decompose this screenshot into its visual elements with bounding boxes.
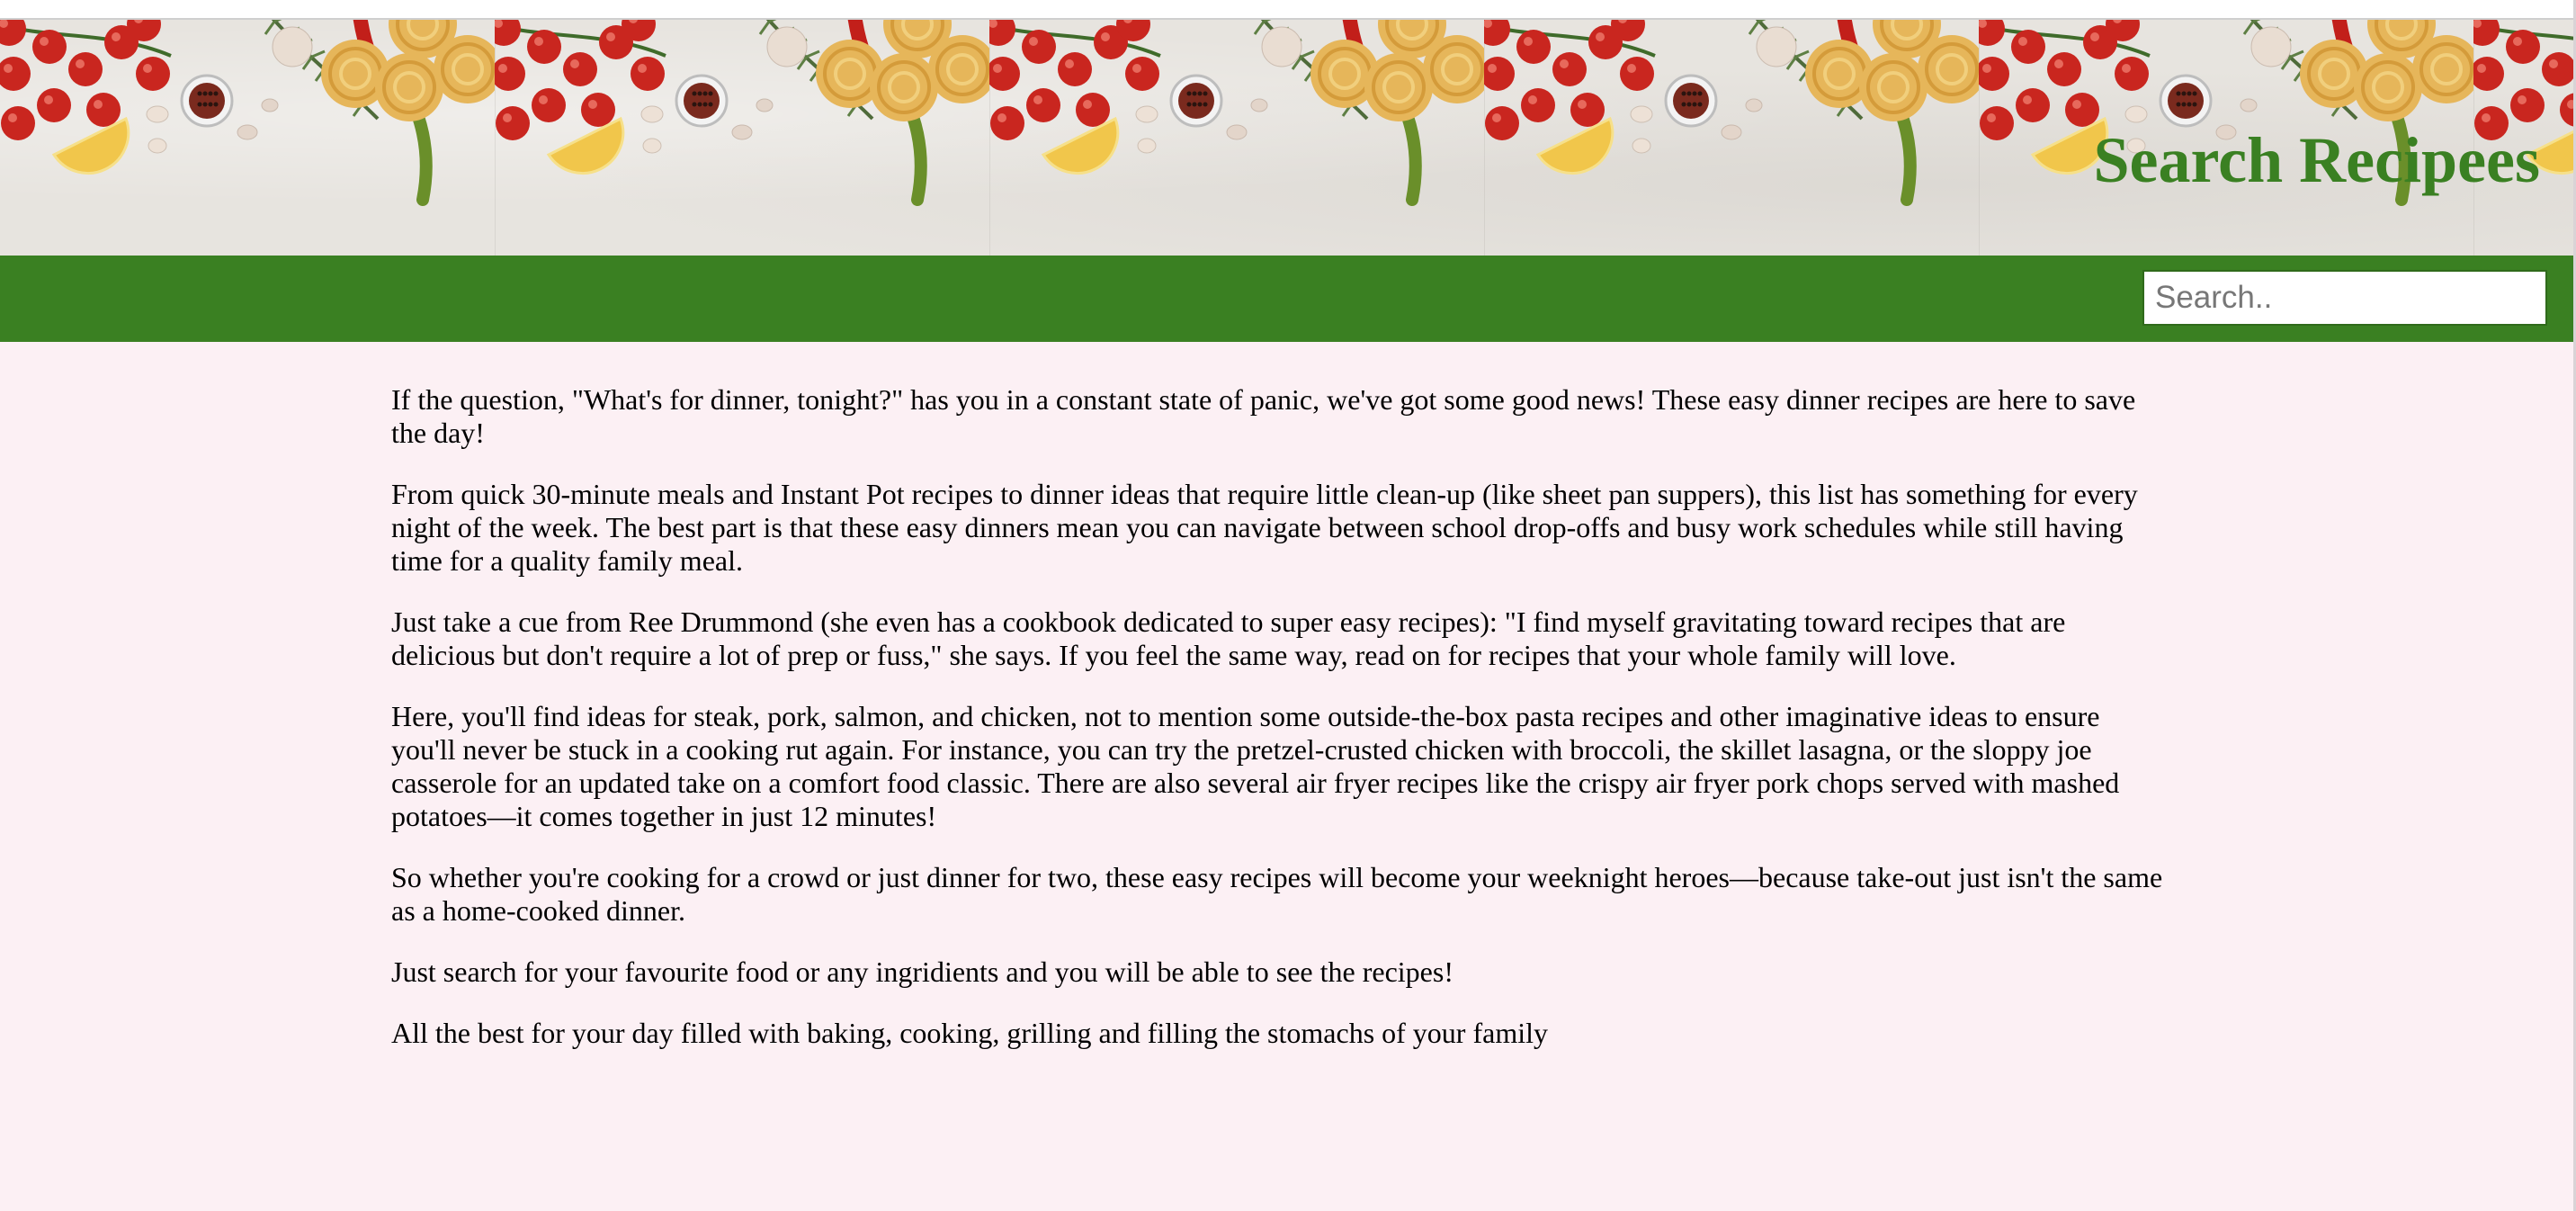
top-border	[0, 0, 2576, 20]
intro-paragraph: Here, you'll find ideas for steak, pork,…	[391, 700, 2120, 832]
navigation-bar	[0, 256, 2576, 342]
intro-paragraph: Just take a cue from Ree Drummond (she e…	[391, 606, 2066, 671]
intro-paragraph: If the question, "What's for dinner, ton…	[391, 383, 2136, 449]
search-input[interactable]	[2144, 272, 2561, 324]
search-box	[2142, 270, 2576, 326]
main-content: If the question, "What's for dinner, ton…	[391, 383, 2168, 1078]
site-title: Search Recipees	[2093, 124, 2540, 196]
intro-paragraph: From quick 30-minute meals and Instant P…	[391, 478, 2138, 577]
intro-paragraph: All the best for your day filled with ba…	[391, 1017, 1548, 1049]
intro-paragraph: Just search for your favourite food or a…	[391, 955, 1453, 988]
intro-paragraph: So whether you're cooking for a crowd or…	[391, 861, 2163, 927]
header-banner: Search Recipees	[0, 20, 2576, 256]
